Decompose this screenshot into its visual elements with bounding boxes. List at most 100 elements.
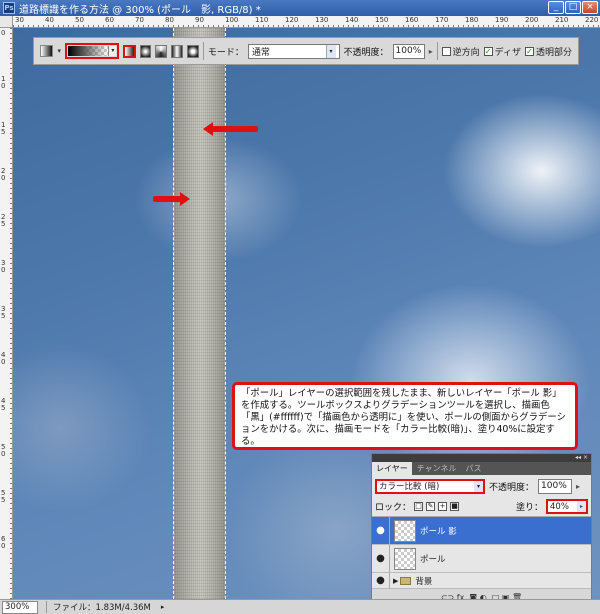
linear-gradient-button[interactable] <box>123 44 136 58</box>
dither-checkbox[interactable]: ✓ ディザ <box>483 45 521 58</box>
group-name: 背景 <box>415 576 433 587</box>
chevron-down-icon: ▾ <box>474 480 483 492</box>
layer-opacity-input[interactable]: 100% <box>538 478 573 494</box>
blend-mode-select[interactable]: カラー比較 (暗) ▾ <box>375 478 485 494</box>
photoshop-app-icon: Ps <box>3 2 15 14</box>
ruler-tick-label: 60 <box>105 16 114 24</box>
ruler-tick-label: 190 <box>495 16 509 24</box>
maximize-button[interactable]: □ <box>565 1 581 14</box>
ruler-tick-label: 3 5 <box>1 305 6 320</box>
opacity-slider-arrow-icon[interactable]: ▸ <box>429 47 433 56</box>
lock-fill-row: ロック： □ ✎ + ■ 塗り： 40% ▸ <box>372 497 591 517</box>
panel-header: ◂◂ × <box>372 454 591 462</box>
tab-channels[interactable]: チャンネル <box>413 462 461 475</box>
ruler-tick-label: 40 <box>45 16 54 24</box>
tab-layers[interactable]: レイヤー <box>372 462 412 475</box>
layer-thumbnail <box>394 519 416 542</box>
angle-gradient-button[interactable] <box>155 44 168 58</box>
radial-gradient-button[interactable] <box>139 44 152 58</box>
ruler-tick-label: 2 5 <box>1 213 6 228</box>
ruler-tick-label: 6 0 <box>1 535 6 550</box>
layer-opacity-arrow-icon[interactable]: ▸ <box>576 482 580 491</box>
instruction-callout: 「ポール」レイヤーの選択範囲を残したまま、新しいレイヤー「ポール 影」を作成する… <box>232 382 578 450</box>
status-bar: 300% ファイル：1.83M/4.36M ▸ <box>0 599 600 614</box>
gradient-picker[interactable]: ▾ <box>65 43 120 59</box>
preset-dropdown-icon[interactable]: ▾ <box>57 47 61 55</box>
horizontal-ruler[interactable]: 30 40 50 60 70 80 90 100 110 120 130 140 150 160 170 18… <box>13 16 600 28</box>
diamond-gradient-button[interactable] <box>187 44 199 58</box>
tab-paths[interactable]: パス <box>462 462 486 475</box>
lock-move-icon[interactable]: + <box>438 502 448 511</box>
layer-row-pole[interactable]: ● ポール <box>372 545 591 573</box>
ruler-tick-label: 1 0 <box>1 75 6 90</box>
vertical-ruler[interactable]: 0 1 0 1 5 2 0 2 5 3 0 3 5 4 0 4 5 5 0 5 5 6 0 <box>0 28 13 599</box>
status-menu-arrow-icon[interactable]: ▸ <box>161 603 165 611</box>
visibility-eye-icon[interactable]: ● <box>372 517 390 544</box>
ruler-tick-label: 150 <box>375 16 389 24</box>
pointer-arrow-left-icon <box>203 122 258 136</box>
divider <box>202 42 204 60</box>
reflected-gradient-button[interactable] <box>171 44 184 58</box>
gradient-options-bar: ▾ ▾ モード： 通常 ▾ 不透明度： 100% ▸ 逆方向 ✓ ディザ ✓ 透… <box>33 37 579 65</box>
fill-label: 塗り： <box>515 503 543 513</box>
visibility-eye-icon[interactable]: ● <box>372 545 390 572</box>
ruler-tick-label: 5 0 <box>1 443 6 458</box>
transparency-checkbox[interactable]: ✓ 透明部分 <box>525 45 572 58</box>
lock-paint-icon[interactable]: ✎ <box>426 502 436 511</box>
selection-marquee-right <box>225 28 226 599</box>
reverse-checkbox-box[interactable] <box>441 46 451 56</box>
blend-mode-value: カラー比較 (暗) <box>379 482 440 492</box>
gradient-dropdown-icon[interactable]: ▾ <box>108 46 117 56</box>
dither-checkbox-box[interactable]: ✓ <box>483 46 493 56</box>
layer-row-pole-shadow[interactable]: ● ポール 影 <box>372 517 591 545</box>
panel-collapse-close-icon[interactable]: ◂◂ × <box>575 454 588 462</box>
zoom-level-input[interactable]: 300% <box>2 600 38 614</box>
lock-all-icon[interactable]: ■ <box>450 502 460 511</box>
ruler-tick-label: 80 <box>165 16 174 24</box>
fill-input[interactable]: 40% ▸ <box>546 499 588 514</box>
lock-transparency-icon[interactable]: □ <box>414 502 424 511</box>
ruler-origin[interactable] <box>0 16 13 28</box>
opacity-input[interactable]: 100% <box>392 43 425 59</box>
transparency-checkbox-box[interactable]: ✓ <box>525 46 534 56</box>
ruler-tick-label: 1 5 <box>1 121 6 136</box>
gradient-tool-preset-icon[interactable] <box>40 45 54 57</box>
fill-value: 40% <box>550 501 569 512</box>
ruler-tick-label: 220 <box>585 16 599 24</box>
layer-group-background[interactable]: ● ▶ 背景 <box>372 572 591 589</box>
pole-layer-image <box>173 28 225 599</box>
ruler-tick-label: 50 <box>75 16 84 24</box>
reverse-label: 逆方向 <box>452 47 480 58</box>
ruler-tick-label: 0 <box>1 29 6 37</box>
folder-icon <box>400 576 412 585</box>
mode-value: 通常 <box>251 47 270 58</box>
mode-label: モード： <box>207 47 244 58</box>
ruler-tick-label: 30 <box>15 16 24 24</box>
opacity-label: 不透明度： <box>343 47 389 58</box>
ruler-tick-label: 210 <box>555 16 569 24</box>
layer-name: ポール 影 <box>420 526 457 537</box>
title-bar: Ps 道路標識を作る方法 @ 300% (ポール 影, RGB/8) * _ □… <box>0 0 600 16</box>
minimize-button[interactable]: _ <box>548 1 564 14</box>
fill-arrow-icon[interactable]: ▸ <box>577 501 586 512</box>
pointer-arrow-right-icon <box>153 192 190 206</box>
ruler-tick-label: 5 5 <box>1 489 6 504</box>
mode-select[interactable]: 通常 ▾ <box>247 43 340 59</box>
ruler-tick-label: 3 0 <box>1 259 6 274</box>
divider <box>436 42 438 60</box>
close-button[interactable]: × <box>582 1 598 14</box>
transparency-label: 透明部分 <box>536 47 573 58</box>
panel-tabs: レイヤー チャンネル パス <box>372 462 591 475</box>
gradient-preview <box>68 46 109 56</box>
reverse-checkbox[interactable]: 逆方向 <box>441 45 480 58</box>
ruler-tick-label: 90 <box>195 16 204 24</box>
expand-triangle-icon[interactable]: ▶ <box>393 577 398 585</box>
layer-opacity-label: 不透明度： <box>489 482 535 493</box>
window-controls: _ □ × <box>548 1 598 14</box>
visibility-eye-icon[interactable]: ● <box>372 572 390 589</box>
layers-panel: ◂◂ × レイヤー チャンネル パス カラー比較 (暗) ▾ 不透明度： 100… <box>371 453 592 610</box>
ruler-tick-label: 110 <box>255 16 269 24</box>
chevron-down-icon: ▾ <box>325 44 336 58</box>
dither-label: ディザ <box>494 47 521 58</box>
layer-name: ポール <box>420 554 446 565</box>
